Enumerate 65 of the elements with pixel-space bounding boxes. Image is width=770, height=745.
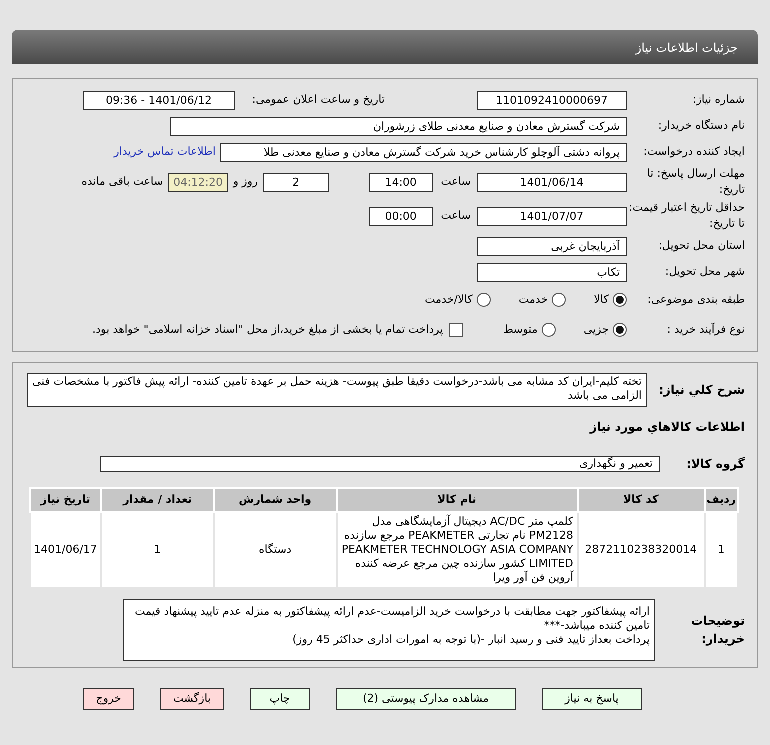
field-label: تاریخ و ساعت اعلان عمومی: bbox=[251, 92, 385, 108]
section-heading: اطلاعات كالاهاي مورد نياز bbox=[590, 419, 745, 436]
radio-button[interactable] bbox=[552, 293, 566, 307]
table-cell: 1 bbox=[704, 512, 738, 588]
column-header: کد کالا bbox=[578, 488, 705, 512]
goods-group-field: تعمیر و نگهداری bbox=[100, 456, 660, 472]
action-button[interactable]: بازگشت bbox=[160, 688, 224, 710]
time-label: ساعت bbox=[441, 208, 471, 224]
table-cell: 1 bbox=[101, 512, 214, 588]
days-label: روز و bbox=[233, 174, 258, 190]
field-label: نام دستگاه خریدار: bbox=[657, 118, 745, 134]
radio-label: متوسط bbox=[503, 322, 538, 338]
action-button[interactable]: پاسخ به نیاز bbox=[542, 688, 642, 710]
radio-label: جزیی bbox=[584, 322, 609, 338]
column-header: تاریخ نیاز bbox=[30, 488, 102, 512]
buyer-contact-link[interactable]: اطلاعات تماس خریدار bbox=[114, 144, 216, 160]
date-field: 1401/07/07 bbox=[477, 206, 627, 226]
checkbox[interactable] bbox=[449, 323, 464, 337]
notes-text: پرداخت بعداز تایید فنی و رسید انبار -(با توجه به امورات اداری حداکثر 45 روز) bbox=[292, 633, 650, 647]
notes-text: ارائه پیشفاکتور جهت مطابقت با درخواست خرید الزامیست-عدم ارائه پیشفاکتور به منزله عدم تایید پیشنهاد قیمت تامین کننده میباشد-*** bbox=[134, 605, 650, 633]
remaining-label: ساعت باقی مانده bbox=[82, 174, 164, 190]
date-field: 1401/06/14 bbox=[477, 172, 627, 192]
action-button[interactable]: مشاهده مدارک پیوستی (2) bbox=[336, 688, 516, 710]
field-label: حداقل تاریخ اعتبار قیمت: تا تاریخ: bbox=[628, 200, 745, 232]
radio-button[interactable] bbox=[613, 293, 627, 307]
table-cell: دستگاه bbox=[214, 512, 337, 588]
column-header: نام کالا bbox=[336, 488, 578, 512]
radio-label: خدمت bbox=[518, 292, 548, 308]
creator-field: پروانه دشتی آلوچلو کارشناس خرید شرکت گسترش معادن و صنایع معدنی طلا bbox=[220, 142, 627, 162]
description-box: تخته کلیم-ایران کد مشابه می باشد-درخواست دقیقا طبق پیوست- هزینه حمل بر عهدة تامین کننده- ارائه پیش فاکتور با مشخصات فنی الزامی می باشد bbox=[27, 373, 647, 407]
field-label: شماره نیاز: bbox=[692, 92, 745, 108]
field-label: شهر محل تحویل: bbox=[664, 264, 745, 280]
radio-label: کالا/خدمت bbox=[425, 292, 473, 308]
action-button[interactable]: خروج bbox=[83, 688, 134, 710]
city-field: تکاب bbox=[477, 262, 627, 282]
section-label: توضیحات خریدار: bbox=[690, 613, 745, 648]
time-field: 00:00 bbox=[369, 206, 434, 226]
column-header: تعداد / مقدار bbox=[101, 488, 214, 512]
time-field: 14:00 bbox=[369, 172, 434, 192]
action-button[interactable]: چاپ bbox=[250, 688, 310, 710]
section-label: شرح کلي نياز: bbox=[658, 382, 745, 399]
radio-label: کالا bbox=[594, 292, 609, 308]
province-field: آذربایجان غربی bbox=[477, 236, 627, 256]
column-header: ردیف bbox=[704, 488, 738, 512]
radio-button[interactable] bbox=[542, 323, 556, 337]
page-title: جزئیات اطلاعات نیاز bbox=[636, 41, 738, 55]
field-label: استان محل تحویل: bbox=[658, 238, 745, 254]
field-label: نوع فرآیند خرید : bbox=[666, 322, 745, 338]
buyer-field: شرکت گسترش معادن و صنایع معدنی طلای زرشوران bbox=[170, 116, 627, 136]
table-cell: 2872110238320014 bbox=[578, 512, 705, 588]
radio-button[interactable] bbox=[613, 323, 627, 337]
field-label: طبقه بندی موضوعی: bbox=[646, 292, 745, 308]
time-label: ساعت bbox=[441, 174, 471, 190]
section-label: گروه کالا: bbox=[686, 456, 745, 473]
checkbox-label: پرداخت تمام یا بخشی از مبلغ خرید،از محل "اسناد خزانه اسلامی" خواهد بود. bbox=[92, 322, 444, 338]
column-header: واحد شمارش bbox=[214, 488, 337, 512]
radio-button[interactable] bbox=[476, 293, 491, 307]
announce-date-field: 1401/06/12 - 09:36 bbox=[83, 90, 235, 110]
field-label: مهلت ارسال پاسخ: تا تاریخ: bbox=[646, 166, 745, 198]
table-cell: 1401/06/17 bbox=[30, 512, 102, 588]
field-label: ایجاد کننده درخواست: bbox=[642, 144, 745, 160]
table-cell: کلمپ متر AC/DC دیجیتال آزمایشگاهی مدل PM2128 نام تجارتی PEAKMETER مرجع سازنده PEAKMETER TECHNOLOGY ASIA COMPANY LIMITED کشور سازنده چین مرجع عرضه کننده آروین فن آور ویرا bbox=[336, 512, 578, 588]
days-field: 2 bbox=[263, 172, 330, 192]
need-number-field: 1101092410000697 bbox=[477, 90, 627, 110]
countdown-field: 04:12:20 bbox=[168, 172, 228, 192]
